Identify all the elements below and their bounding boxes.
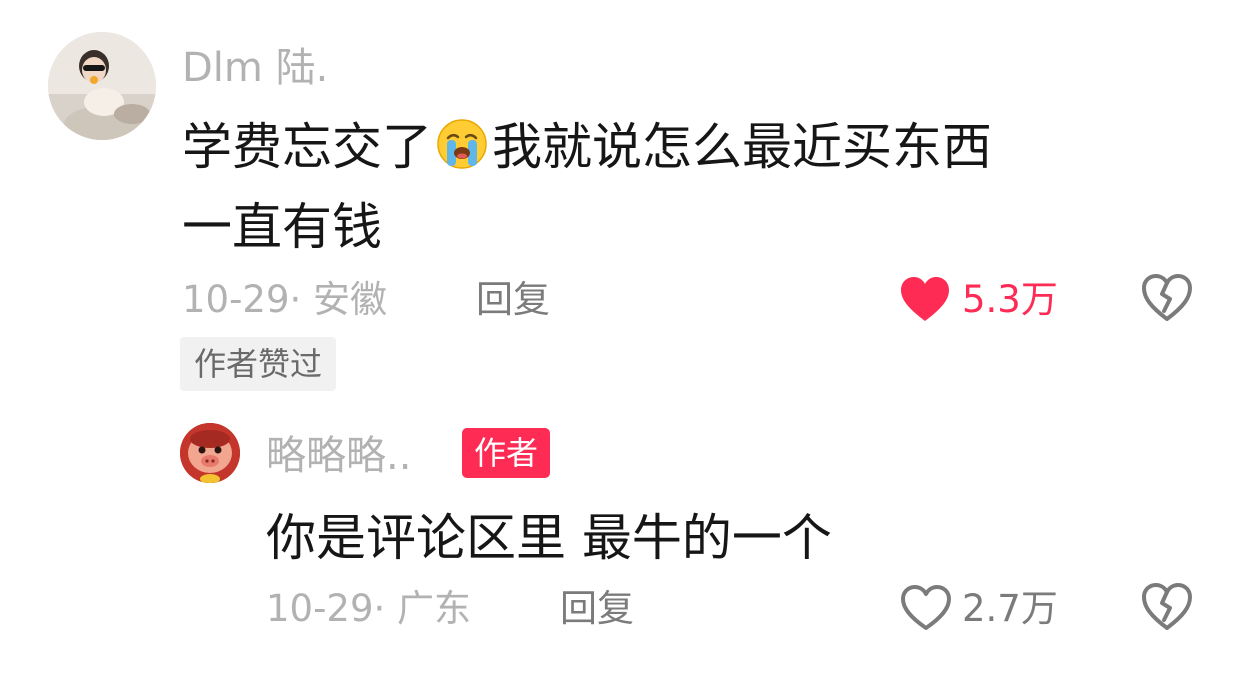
- reply-username[interactable]: 略略略..: [266, 436, 411, 476]
- reply-avatar[interactable]: [180, 423, 240, 483]
- broken-heart-icon: [1142, 583, 1192, 630]
- broken-heart-icon: [1142, 274, 1192, 321]
- comment-text-line-2: 一直有钱: [182, 198, 382, 256]
- comment-text-part-2: 我就说怎么最近买东西: [492, 118, 992, 176]
- reply-like-count: 2.7万: [962, 587, 1058, 630]
- reply-avatar-image: [180, 423, 240, 483]
- reply-dislike-button[interactable]: [1141, 582, 1193, 636]
- reply-meta: 10-29· 广东: [266, 587, 472, 630]
- heart-outline-icon: [901, 585, 951, 630]
- comment-meta: 10-29· 安徽: [182, 278, 388, 321]
- avatar-photo: [48, 32, 156, 140]
- reply-reply-button[interactable]: 回复: [560, 590, 634, 627]
- comment-text-part-1: 学费忘交了: [182, 118, 432, 176]
- dislike-button[interactable]: [1141, 273, 1193, 327]
- reply-like-button[interactable]: [900, 584, 952, 636]
- author-tag: 作者: [462, 428, 551, 478]
- author-liked-badge: 作者赞过: [180, 337, 337, 391]
- avatar[interactable]: [48, 32, 156, 140]
- like-button[interactable]: [899, 275, 951, 327]
- like-count: 5.3万: [962, 278, 1058, 321]
- heart-filled-icon: [901, 277, 949, 321]
- reply-text: 你是评论区里 最牛的一个: [266, 509, 832, 567]
- loudly-crying-face-icon: [436, 118, 488, 188]
- comment-username[interactable]: Dlm 陆.: [182, 48, 328, 88]
- reply-button[interactable]: 回复: [476, 281, 550, 318]
- comment-text-line-1: 学费忘交了 我就说怎么最近买东西: [182, 112, 992, 188]
